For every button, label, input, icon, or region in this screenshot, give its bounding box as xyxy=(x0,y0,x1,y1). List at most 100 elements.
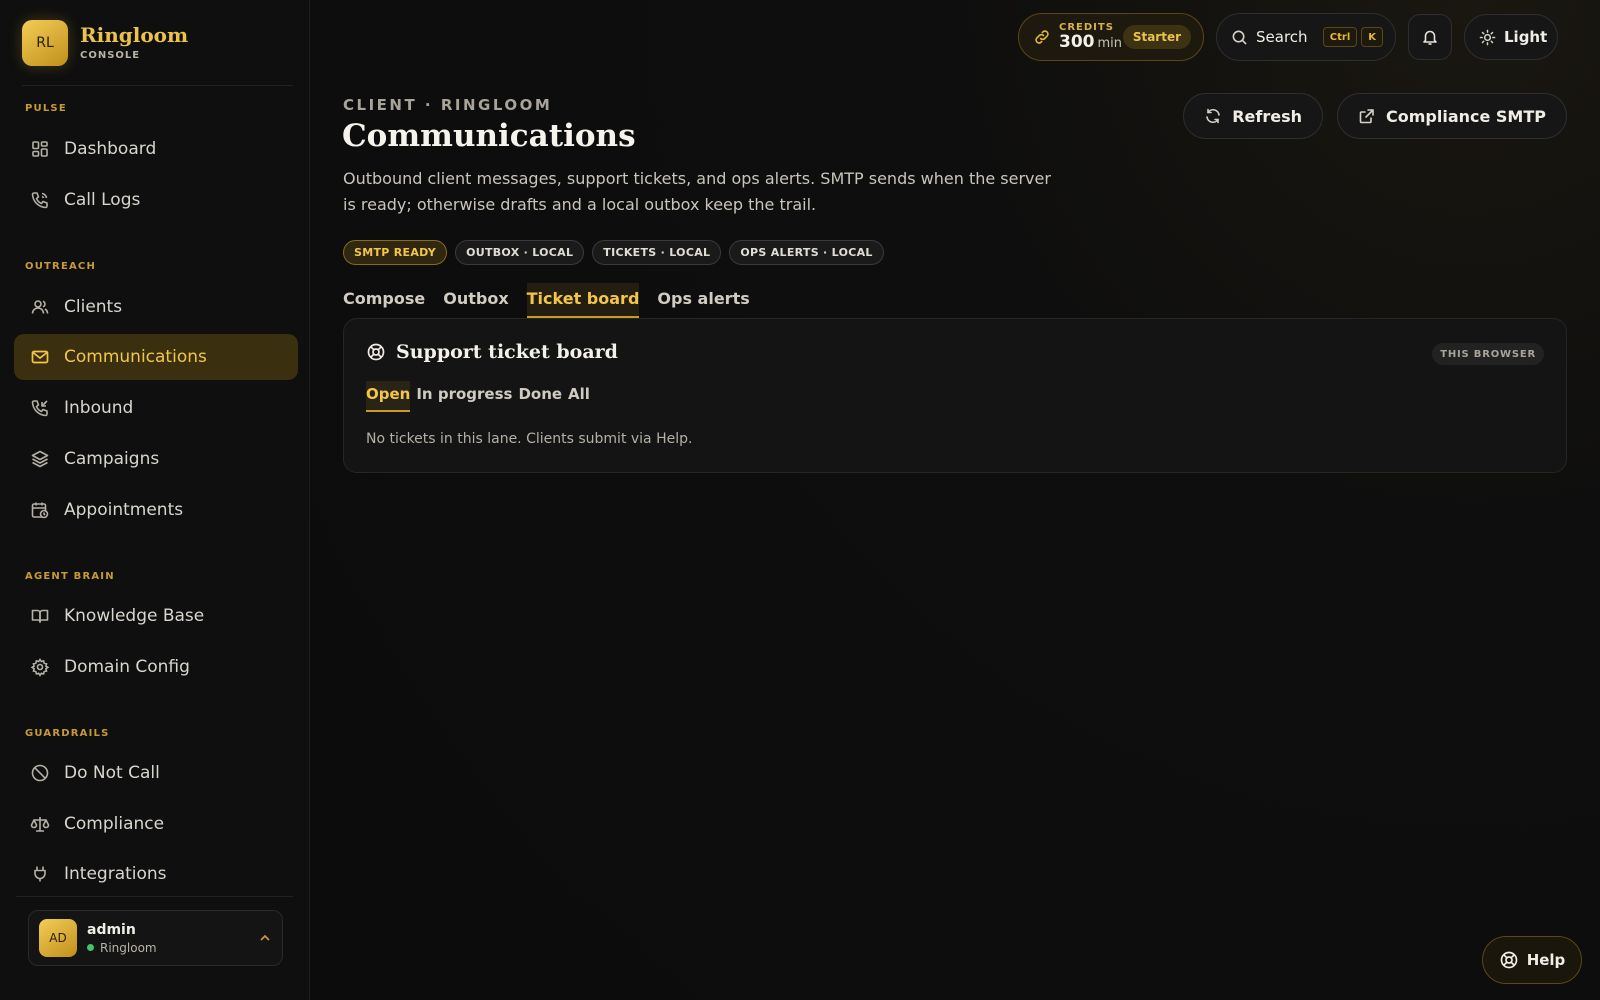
user-name: admin xyxy=(87,921,136,938)
sidebar-item-communications[interactable]: Communications xyxy=(14,334,298,380)
compliance-smtp-label: Compliance SMTP xyxy=(1385,106,1546,126)
topbar: CREDITS 300 min Starter Search Ctrl K Li… xyxy=(1018,13,1558,61)
user-org: Ringloom xyxy=(87,941,258,955)
page-title: Communications xyxy=(342,118,636,154)
scale-icon xyxy=(30,814,50,834)
lane-all[interactable]: All xyxy=(568,381,590,412)
sidebar-item-label: Do Not Call xyxy=(64,763,160,783)
sidebar-item-inbound[interactable]: Inbound xyxy=(14,385,298,431)
grid-icon xyxy=(30,139,50,159)
kbd-k: K xyxy=(1361,27,1383,47)
mail-icon xyxy=(30,347,50,367)
search-button[interactable]: Search Ctrl K xyxy=(1216,13,1396,61)
sidebar-item-integrations[interactable]: Integrations xyxy=(14,851,298,897)
lane-filters: Open In progress Done All xyxy=(366,381,590,412)
tab-outbox[interactable]: Outbox xyxy=(443,283,508,318)
plug-icon xyxy=(30,864,50,884)
external-link-icon xyxy=(1358,107,1376,125)
sidebar-item-campaigns[interactable]: Campaigns xyxy=(14,436,298,482)
brand[interactable]: RL Ringloom CONSOLE xyxy=(22,0,293,86)
nav-section-agent-brain: AGENT BRAIN xyxy=(25,571,115,582)
notifications-button[interactable] xyxy=(1408,14,1452,60)
brand-name: Ringloom xyxy=(80,23,189,47)
lane-in-progress[interactable]: In progress xyxy=(416,381,512,412)
users-icon xyxy=(30,297,50,317)
tab-ticket-board[interactable]: Ticket board xyxy=(526,283,640,318)
avatar: AD xyxy=(39,919,77,957)
lane-done[interactable]: Done xyxy=(518,381,562,412)
theme-label: Light xyxy=(1504,28,1548,46)
lifebuoy-icon xyxy=(1499,950,1519,970)
sidebar-item-label: Inbound xyxy=(64,398,134,418)
status-badge-ops-alerts: OPS ALERTS · LOCAL xyxy=(729,240,884,265)
nav-section-pulse: PULSE xyxy=(25,103,67,114)
sidebar: RL Ringloom CONSOLE PULSE Dashboard Call… xyxy=(0,0,310,1000)
empty-state-text: No tickets in this lane. Clients submit … xyxy=(366,431,693,447)
sidebar-item-compliance[interactable]: Compliance xyxy=(14,801,298,847)
nav-section-guardrails: GUARDRAILS xyxy=(25,728,110,739)
page-description: Outbound client messages, support ticket… xyxy=(343,169,1051,214)
sidebar-footer-divider xyxy=(16,896,293,911)
refresh-button[interactable]: Refresh xyxy=(1183,93,1323,139)
status-badges: SMTP READY OUTBOX · LOCAL TICKETS · LOCA… xyxy=(343,240,884,265)
credits-value: 300 xyxy=(1059,31,1095,52)
sidebar-item-label: Dashboard xyxy=(64,139,157,159)
tab-compose[interactable]: Compose xyxy=(343,283,425,318)
sidebar-item-domain-config[interactable]: Domain Config xyxy=(14,644,298,690)
search-icon xyxy=(1231,29,1248,46)
help-label: Help xyxy=(1526,951,1566,969)
nav-section-outreach: OUTREACH xyxy=(25,261,97,272)
theme-toggle-button[interactable]: Light xyxy=(1464,14,1558,60)
tab-ops-alerts[interactable]: Ops alerts xyxy=(657,283,749,318)
header-actions: Refresh Compliance SMTP xyxy=(1183,93,1567,139)
sidebar-item-label: Compliance xyxy=(64,814,165,834)
status-badge-outbox: OUTBOX · LOCAL xyxy=(455,240,585,265)
gear-icon xyxy=(30,657,50,677)
help-button[interactable]: Help xyxy=(1482,936,1582,984)
credits-widget[interactable]: CREDITS 300 min Starter xyxy=(1018,13,1204,61)
user-org-label: Ringloom xyxy=(100,940,157,955)
lifebuoy-icon xyxy=(366,342,386,362)
card-header: Support ticket board xyxy=(366,341,618,363)
sidebar-item-label: Clients xyxy=(64,297,123,317)
lane-open[interactable]: Open xyxy=(366,381,411,412)
phone-incoming-icon xyxy=(30,398,50,418)
status-badge-smtp: SMTP READY xyxy=(343,240,448,265)
chevron-up-icon xyxy=(258,931,272,945)
main-content: CREDITS 300 min Starter Search Ctrl K Li… xyxy=(310,0,1600,1000)
sidebar-item-call-logs[interactable]: Call Logs xyxy=(14,177,298,223)
card-title: Support ticket board xyxy=(396,341,618,363)
sun-icon xyxy=(1479,29,1496,46)
plan-badge: Starter xyxy=(1122,25,1191,49)
refresh-label: Refresh xyxy=(1232,106,1302,126)
scope-badge: THIS BROWSER xyxy=(1432,343,1544,365)
app: RL Ringloom CONSOLE PULSE Dashboard Call… xyxy=(0,0,1600,1000)
sidebar-item-do-not-call[interactable]: Do Not Call xyxy=(14,750,298,796)
status-badge-tickets: TICKETS · LOCAL xyxy=(592,240,722,265)
sidebar-item-dashboard[interactable]: Dashboard xyxy=(14,126,298,172)
page-eyebrow: CLIENT · RINGLOOM xyxy=(343,96,553,114)
user-menu[interactable]: AD admin Ringloom xyxy=(28,910,283,966)
credits-value-row: 300 min xyxy=(1059,33,1122,53)
kbd-ctrl: Ctrl xyxy=(1322,27,1358,47)
brand-subtitle: CONSOLE xyxy=(80,50,141,61)
sidebar-item-knowledge-base[interactable]: Knowledge Base xyxy=(14,593,298,639)
refresh-icon xyxy=(1204,107,1222,125)
link-icon xyxy=(1033,28,1051,46)
bell-icon xyxy=(1421,28,1439,46)
brand-logo: RL xyxy=(22,19,68,66)
sidebar-item-label: Knowledge Base xyxy=(64,606,205,626)
online-status-dot xyxy=(87,944,94,951)
ticket-board-card: Support ticket board THIS BROWSER Open I… xyxy=(343,318,1567,473)
calendar-clock-icon xyxy=(30,500,50,520)
compliance-smtp-button[interactable]: Compliance SMTP xyxy=(1336,93,1567,139)
sidebar-item-label: Call Logs xyxy=(64,190,141,210)
sidebar-item-appointments[interactable]: Appointments xyxy=(14,487,298,533)
sidebar-item-label: Integrations xyxy=(64,864,167,884)
sidebar-item-clients[interactable]: Clients xyxy=(14,284,298,330)
ban-icon xyxy=(30,763,50,783)
layers-icon xyxy=(30,449,50,469)
sidebar-item-label: Campaigns xyxy=(64,449,160,469)
phone-icon xyxy=(30,190,50,210)
search-label: Search xyxy=(1256,28,1308,46)
